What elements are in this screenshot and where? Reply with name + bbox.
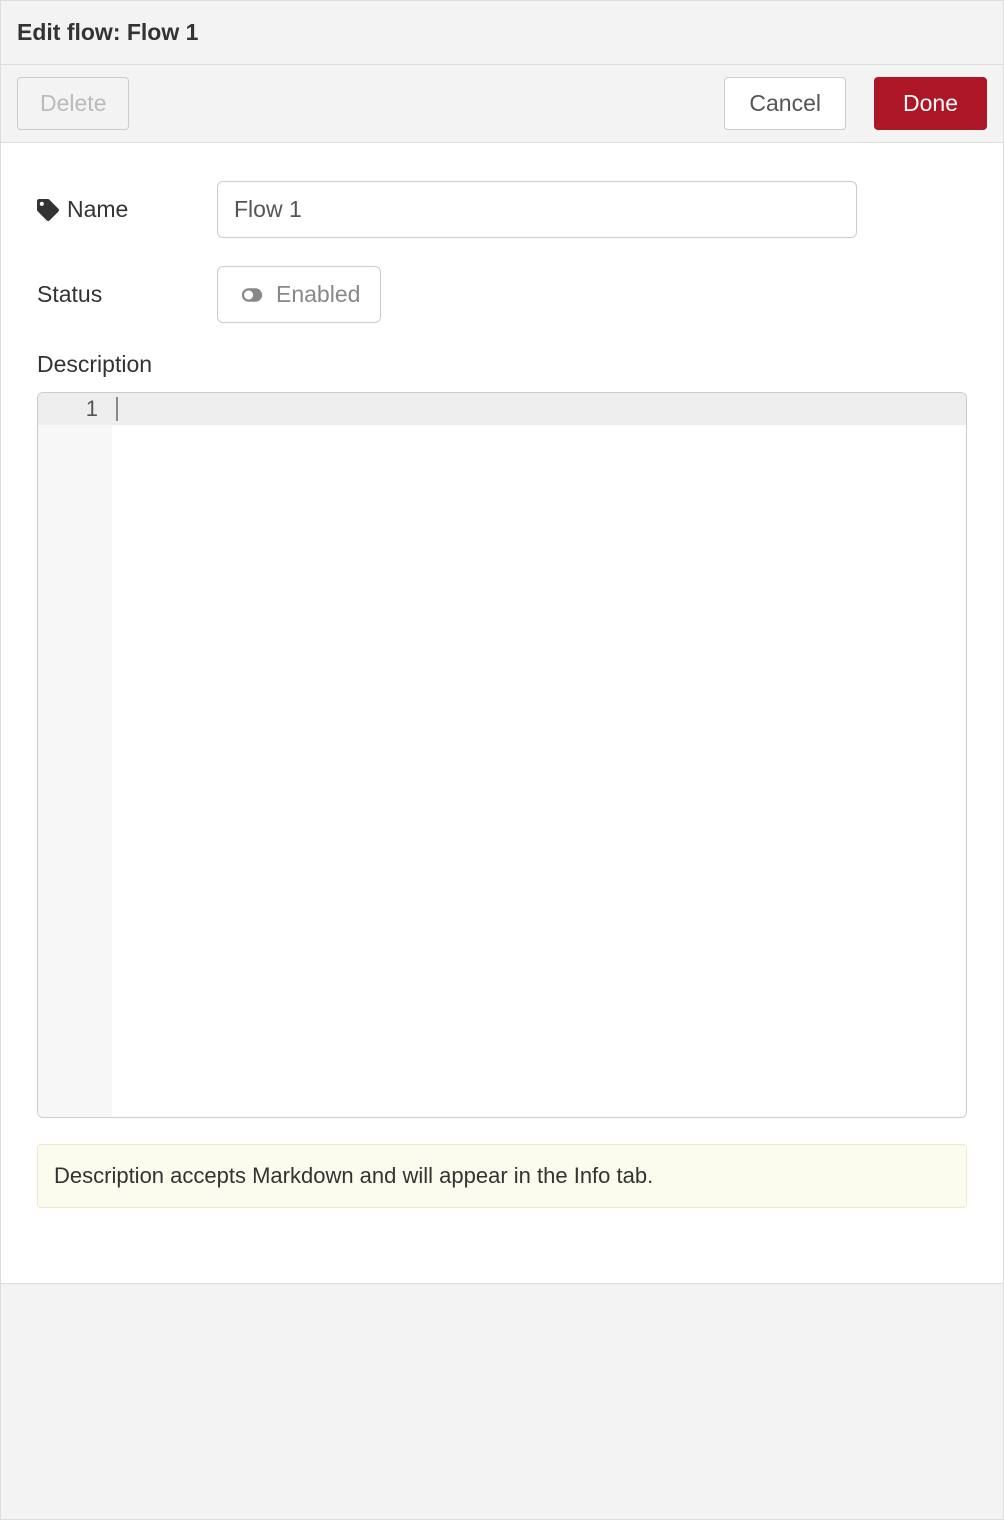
dialog-header: Edit flow: Flow 1	[1, 1, 1003, 65]
delete-button[interactable]: Delete	[17, 77, 129, 130]
description-label: Description	[37, 351, 967, 378]
dialog-title: Edit flow: Flow 1	[17, 19, 987, 46]
editor-content[interactable]	[112, 425, 966, 1117]
editor-first-line: 1	[38, 393, 966, 425]
dialog-footer	[1, 1283, 1003, 1351]
editor-gutter	[38, 425, 112, 1117]
tag-icon	[37, 199, 59, 221]
editor-cursor	[116, 397, 118, 421]
status-label-text: Status	[37, 281, 102, 308]
toolbar-right: Cancel Done	[724, 77, 987, 130]
status-toggle-label: Enabled	[276, 281, 360, 308]
name-label-text: Name	[67, 196, 128, 223]
done-button[interactable]: Done	[874, 77, 987, 130]
status-label: Status	[37, 281, 217, 308]
editor-line-number: 1	[38, 393, 112, 425]
status-row: Status Enabled	[37, 266, 967, 323]
dialog-content: Name Status Enabled Description 1 Descri…	[1, 143, 1003, 1283]
status-toggle[interactable]: Enabled	[217, 266, 381, 323]
toggle-off-icon	[238, 286, 266, 304]
cancel-button[interactable]: Cancel	[724, 77, 846, 130]
editor-cursor-cell	[112, 393, 122, 425]
name-row: Name	[37, 181, 967, 238]
dialog-toolbar: Delete Cancel Done	[1, 65, 1003, 143]
name-input[interactable]	[217, 181, 857, 238]
description-hint: Description accepts Markdown and will ap…	[37, 1144, 967, 1208]
editor-body[interactable]	[38, 425, 966, 1117]
description-editor[interactable]: 1	[37, 392, 967, 1118]
name-label: Name	[37, 196, 217, 223]
